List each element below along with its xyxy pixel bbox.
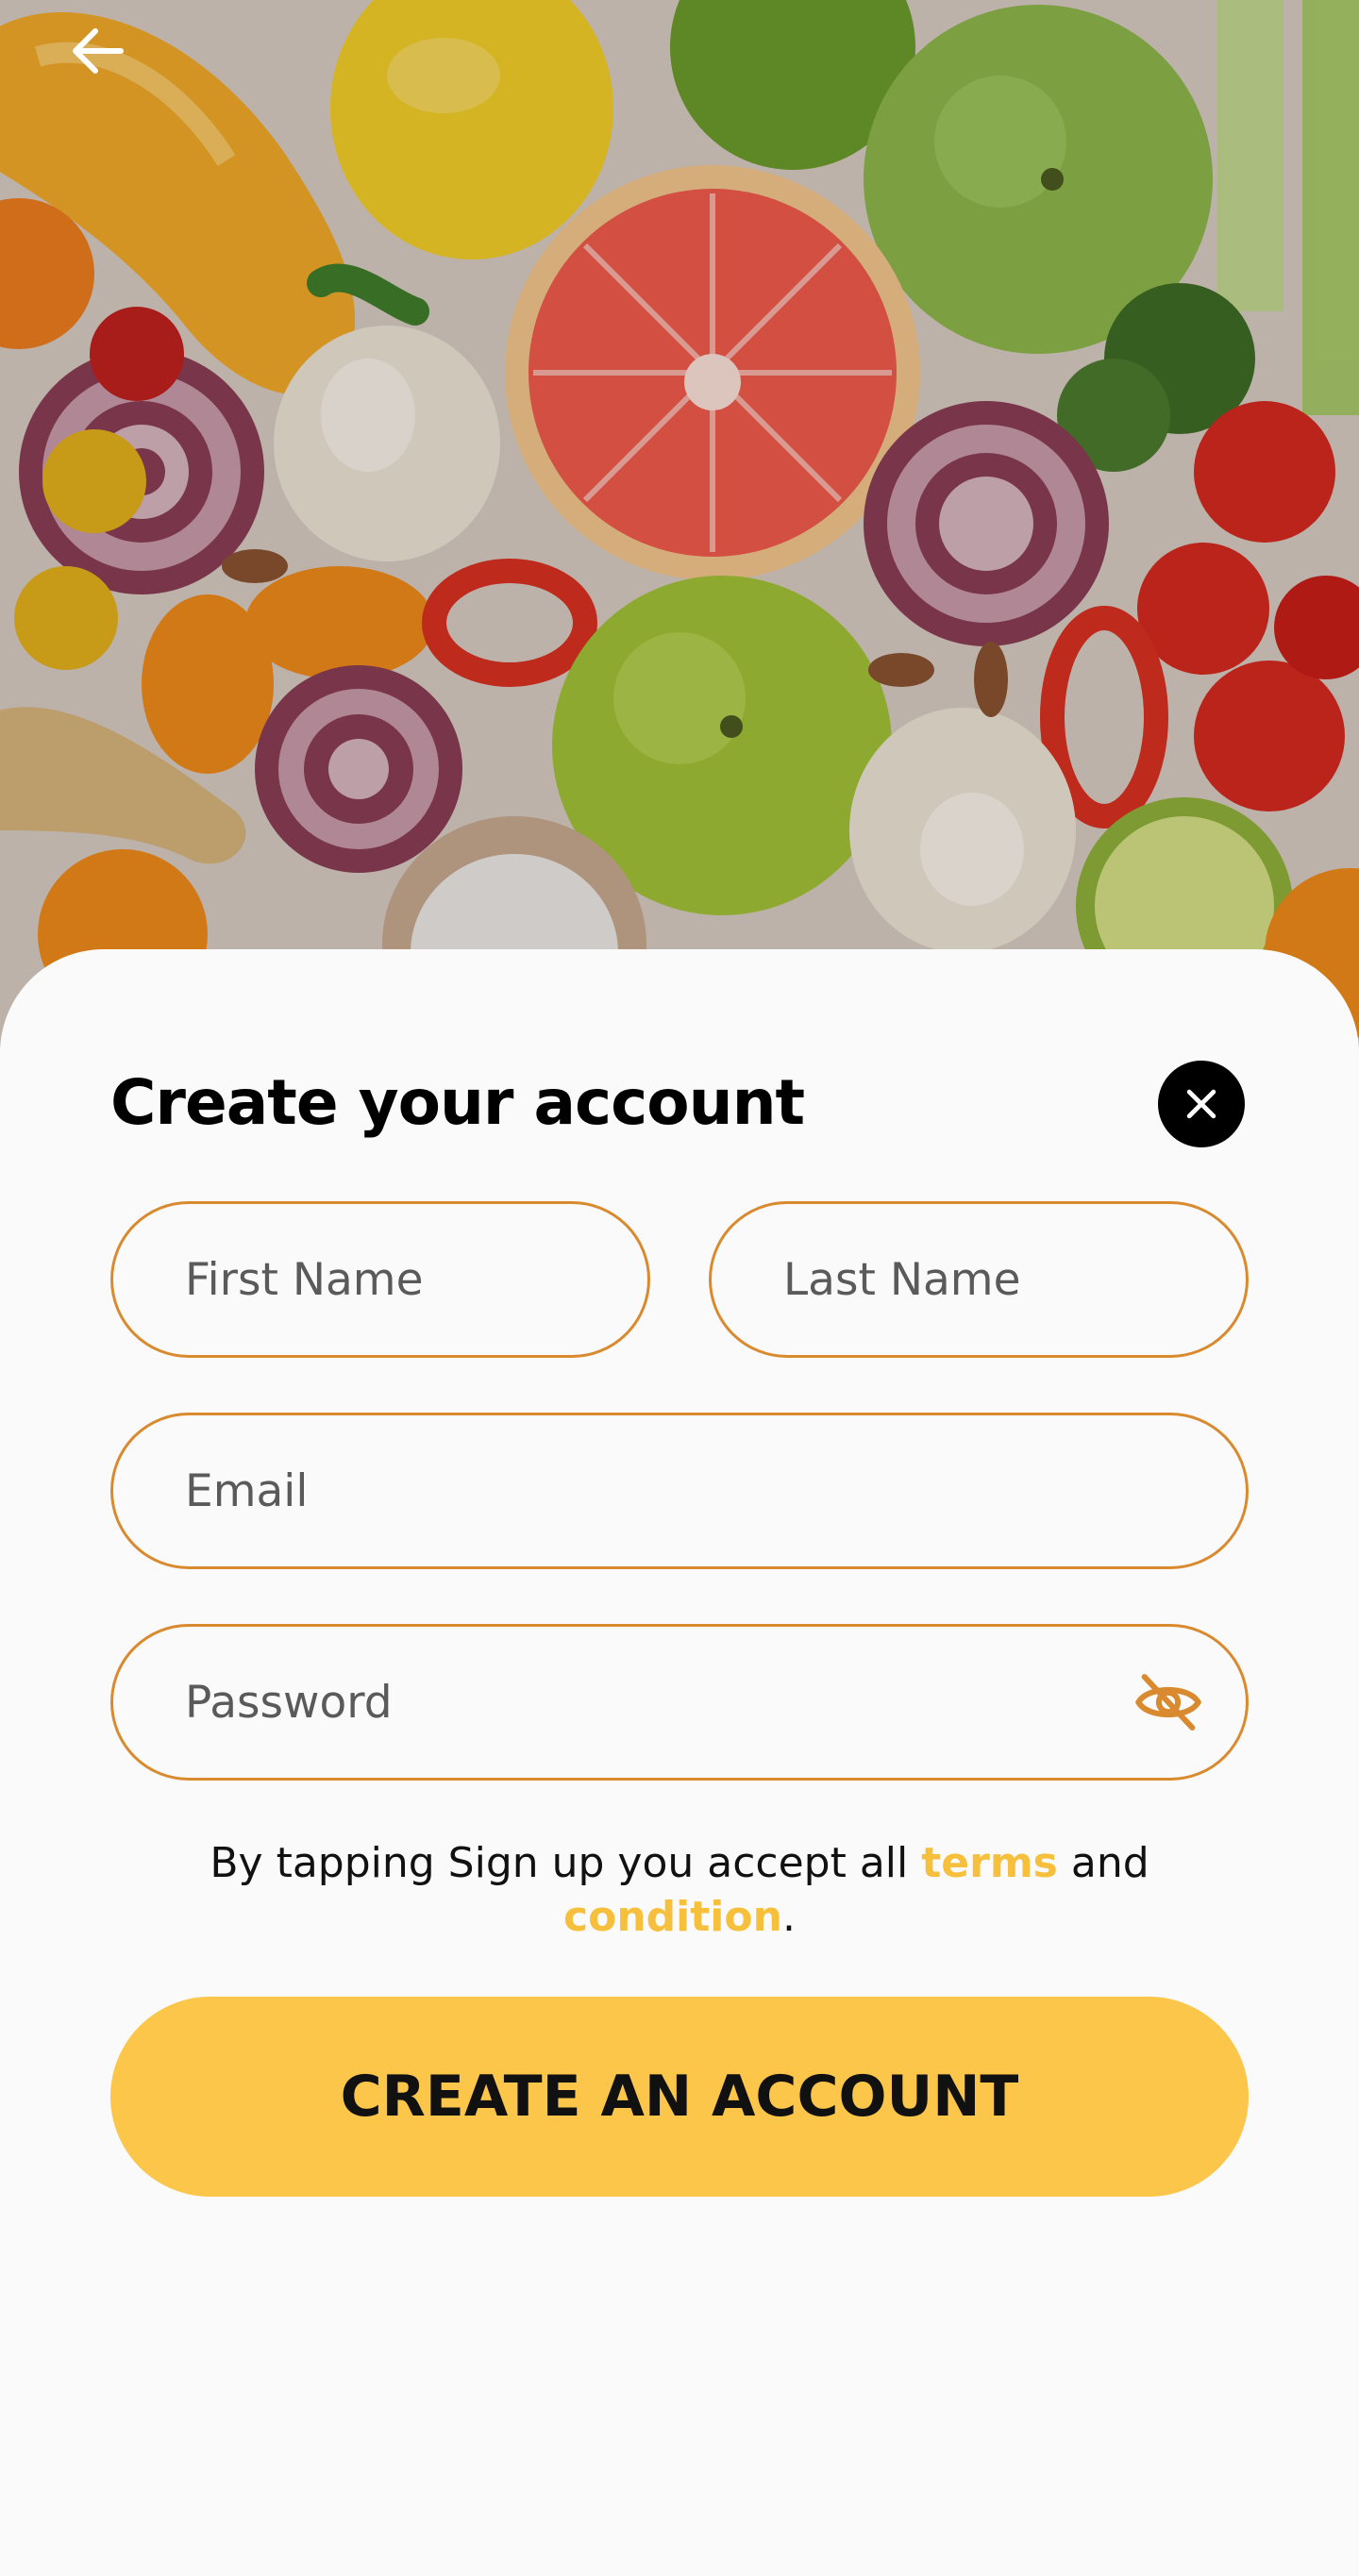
back-button[interactable] <box>59 11 138 91</box>
first-name-field[interactable] <box>110 1201 650 1358</box>
close-icon <box>1186 1089 1216 1119</box>
password-input[interactable] <box>183 1675 1129 1730</box>
page-title: Create your account <box>110 1066 805 1139</box>
terms-prefix: By tapping Sign up you accept all <box>210 1839 922 1887</box>
arrow-left-icon <box>73 28 124 74</box>
condition-link[interactable]: condition <box>563 1893 782 1941</box>
email-input[interactable] <box>183 1464 1208 1518</box>
eye-off-icon <box>1134 1674 1202 1731</box>
terms-middle: and <box>1057 1839 1149 1887</box>
close-button[interactable] <box>1158 1061 1245 1147</box>
hero-image <box>0 0 1359 1047</box>
terms-notice: By tapping Sign up you accept all terms … <box>110 1836 1249 1944</box>
last-name-field[interactable] <box>709 1201 1249 1358</box>
create-account-button[interactable]: CREATE AN ACCOUNT <box>110 1997 1249 2197</box>
email-field[interactable] <box>110 1413 1249 1569</box>
first-name-input[interactable] <box>183 1252 610 1307</box>
password-visibility-toggle[interactable] <box>1129 1663 1208 1742</box>
terms-suffix: . <box>781 1893 796 1941</box>
password-field[interactable] <box>110 1624 1249 1781</box>
last-name-input[interactable] <box>781 1252 1208 1307</box>
hero-overlay <box>0 0 1359 1047</box>
terms-link[interactable]: terms <box>921 1839 1058 1887</box>
